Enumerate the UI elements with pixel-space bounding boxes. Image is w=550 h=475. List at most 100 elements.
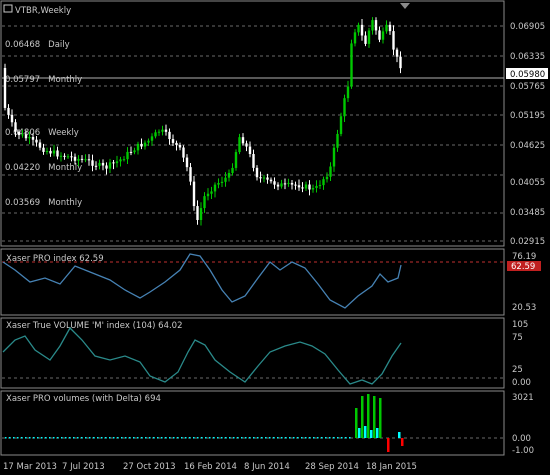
candle-body xyxy=(133,150,136,153)
candle-body xyxy=(297,185,301,188)
candle-body xyxy=(364,35,367,44)
candle-body xyxy=(294,184,297,186)
delta-bar xyxy=(65,437,67,439)
delta-bar xyxy=(229,437,231,439)
candle-body xyxy=(259,177,262,179)
candle-body xyxy=(290,182,294,185)
delta-bar xyxy=(77,437,79,439)
candle-body xyxy=(28,137,31,139)
candle-body xyxy=(227,172,231,178)
candle-body xyxy=(70,156,73,158)
price-tick: 0.06335 xyxy=(510,52,545,62)
candle-body xyxy=(31,137,35,140)
delta-bar xyxy=(85,437,87,439)
candle-body xyxy=(196,206,199,220)
candle-body xyxy=(157,131,161,133)
candle-body xyxy=(66,156,70,158)
delta-bar xyxy=(177,437,179,439)
svg-text:0.06468Daily: 0.06468 Daily xyxy=(5,40,70,50)
delta-bar xyxy=(141,437,143,439)
candle-body xyxy=(73,156,77,161)
delta-bar xyxy=(45,437,47,439)
level-0-label: Daily xyxy=(48,40,70,50)
delta-tick: -1.00 xyxy=(512,446,534,456)
level-4-label: Monthly xyxy=(48,198,82,208)
candle-body xyxy=(273,181,276,185)
delta-bar xyxy=(221,437,223,439)
delta-bar xyxy=(133,437,135,439)
time-tick: 8 Jun 2014 xyxy=(244,462,290,472)
candle-body xyxy=(84,159,87,161)
candle-body xyxy=(220,181,224,183)
delta-bar xyxy=(269,437,271,439)
delta-bar xyxy=(201,437,203,439)
delta-bar xyxy=(301,437,303,439)
candle-body xyxy=(171,139,175,143)
delta-bar xyxy=(345,437,347,439)
delta-bar xyxy=(137,437,139,439)
time-tick: 16 Feb 2014 xyxy=(184,462,237,472)
candle-body xyxy=(392,31,395,50)
candle-body xyxy=(185,157,189,168)
delta-bar xyxy=(341,437,343,439)
price-tick: 0.04625 xyxy=(510,141,545,151)
delta-bar xyxy=(185,437,187,439)
delta-bar xyxy=(398,432,401,438)
delta-bar xyxy=(370,430,373,438)
delta-bar xyxy=(173,437,175,439)
candle-body xyxy=(24,134,28,139)
volume-tick: 105 xyxy=(512,320,528,330)
candle-body xyxy=(315,185,318,188)
delta-bar xyxy=(49,437,51,439)
delta-bar xyxy=(181,437,183,439)
candle-body xyxy=(339,116,343,134)
delta-bar xyxy=(379,398,382,438)
candle-body xyxy=(140,143,143,147)
delta-bar xyxy=(93,437,95,439)
candle-body xyxy=(7,107,10,115)
candle-body xyxy=(49,150,52,154)
delta-bar xyxy=(261,437,263,439)
level-1-label: Monthly xyxy=(48,75,82,85)
delta-bar xyxy=(73,437,75,439)
delta-bar xyxy=(117,437,119,439)
candle-body xyxy=(238,137,241,153)
delta-bar xyxy=(57,437,59,439)
volume-tick: 25 xyxy=(512,365,523,375)
candle-body xyxy=(311,187,315,190)
delta-bar xyxy=(313,437,315,439)
delta-bar xyxy=(9,437,11,439)
candle-body xyxy=(80,158,84,160)
candle-body xyxy=(189,167,192,182)
candle-body xyxy=(52,150,56,154)
level-3-value: 0.04220 xyxy=(5,163,40,173)
index-current-tag: 62.59 xyxy=(507,261,541,272)
candle-body xyxy=(217,182,220,185)
delta-bar xyxy=(364,426,367,438)
chart-window[interactable]: VTBR,Weekly 0.06468 Daily 0.05797 Monthly … xyxy=(0,0,550,475)
candle-body xyxy=(175,142,178,145)
chart-title: VTBR,Weekly xyxy=(3,4,71,16)
candle-body xyxy=(206,193,210,197)
candle-body xyxy=(91,160,94,166)
delta-bar xyxy=(41,437,43,439)
level-4-value: 0.03569 xyxy=(5,198,40,208)
time-tick: 18 Jan 2015 xyxy=(366,462,417,472)
time-tick: 7 Jul 2013 xyxy=(62,462,105,472)
candle-body xyxy=(63,155,66,157)
volume-panel-title: Xaser True VOLUME 'M' index (104) 64.02 xyxy=(6,321,183,331)
current-price-tag: 0.05980 xyxy=(506,68,548,80)
delta-bar xyxy=(233,437,235,439)
candle-body xyxy=(357,24,360,33)
time-tick: 17 Mar 2013 xyxy=(3,462,57,472)
candle-body xyxy=(154,132,157,137)
delta-bar xyxy=(213,437,215,439)
candle-body xyxy=(276,184,280,187)
delta-bar xyxy=(401,438,404,446)
delta-bar xyxy=(33,437,35,439)
candle-body xyxy=(112,162,115,164)
delta-bar xyxy=(355,408,358,438)
delta-bar xyxy=(5,437,7,439)
price-tick: 0.04055 xyxy=(510,178,545,188)
candle-body xyxy=(38,142,42,148)
